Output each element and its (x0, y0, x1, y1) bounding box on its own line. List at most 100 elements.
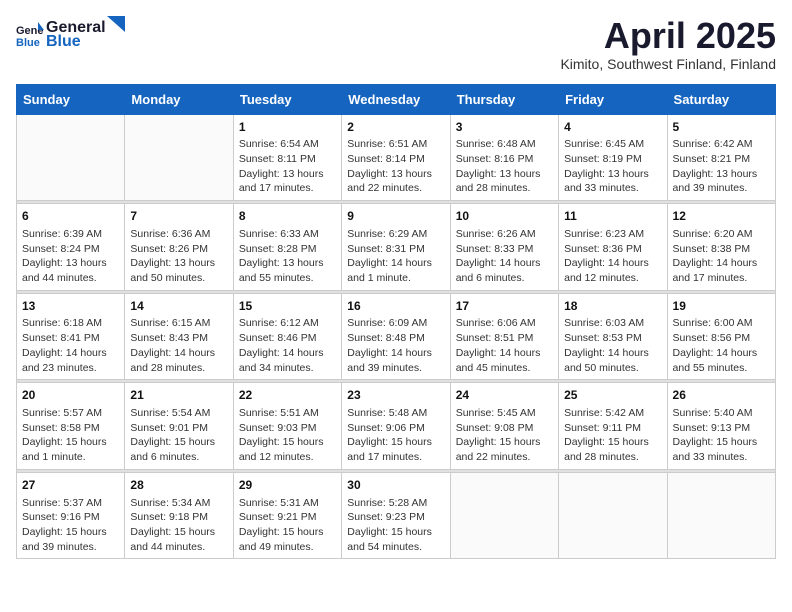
sunset-text: Sunset: 9:03 PM (239, 422, 317, 434)
sunrise-text: Sunrise: 6:29 AM (347, 228, 427, 240)
daylight-text: Daylight: 14 hours and 17 minutes. (673, 257, 758, 284)
calendar-cell: 7Sunrise: 6:36 AMSunset: 8:26 PMDaylight… (125, 204, 233, 291)
logo: General Blue General Blue (16, 16, 126, 51)
calendar-cell (450, 472, 558, 559)
day-number: 2 (347, 119, 444, 136)
daylight-text: Daylight: 14 hours and 23 minutes. (22, 347, 107, 374)
daylight-text: Daylight: 13 hours and 17 minutes. (239, 168, 324, 195)
svg-text:Blue: Blue (16, 37, 40, 48)
sunrise-text: Sunrise: 6:00 AM (673, 317, 753, 329)
daylight-text: Daylight: 13 hours and 55 minutes. (239, 257, 324, 284)
month-title: April 2025 (560, 16, 776, 56)
calendar-cell (125, 114, 233, 201)
sunset-text: Sunset: 9:08 PM (456, 422, 534, 434)
sunrise-text: Sunrise: 5:37 AM (22, 497, 102, 509)
sunrise-text: Sunrise: 5:45 AM (456, 407, 536, 419)
sunset-text: Sunset: 8:58 PM (22, 422, 100, 434)
day-number: 17 (456, 298, 553, 315)
sunrise-text: Sunrise: 6:54 AM (239, 138, 319, 150)
daylight-text: Daylight: 13 hours and 33 minutes. (564, 168, 649, 195)
sunrise-text: Sunrise: 5:40 AM (673, 407, 753, 419)
calendar-table: SundayMondayTuesdayWednesdayThursdayFrid… (16, 84, 776, 560)
day-number: 8 (239, 208, 336, 225)
day-number: 18 (564, 298, 661, 315)
sunset-text: Sunset: 9:01 PM (130, 422, 208, 434)
day-number: 13 (22, 298, 119, 315)
day-number: 19 (673, 298, 770, 315)
day-number: 14 (130, 298, 227, 315)
calendar-cell: 26Sunrise: 5:40 AMSunset: 9:13 PMDayligh… (667, 383, 775, 470)
sunrise-text: Sunrise: 6:39 AM (22, 228, 102, 240)
calendar-week-row-4: 20Sunrise: 5:57 AMSunset: 8:58 PMDayligh… (17, 383, 776, 470)
day-number: 4 (564, 119, 661, 136)
calendar-cell: 13Sunrise: 6:18 AMSunset: 8:41 PMDayligh… (17, 293, 125, 380)
sunset-text: Sunset: 9:13 PM (673, 422, 751, 434)
sunrise-text: Sunrise: 5:51 AM (239, 407, 319, 419)
day-number: 22 (239, 387, 336, 404)
sunrise-text: Sunrise: 5:31 AM (239, 497, 319, 509)
calendar-cell: 10Sunrise: 6:26 AMSunset: 8:33 PMDayligh… (450, 204, 558, 291)
weekday-header-sunday: Sunday (17, 84, 125, 114)
day-number: 28 (130, 477, 227, 494)
location-subtitle: Kimito, Southwest Finland, Finland (560, 56, 776, 72)
daylight-text: Daylight: 14 hours and 50 minutes. (564, 347, 649, 374)
sunset-text: Sunset: 8:14 PM (347, 153, 425, 165)
sunset-text: Sunset: 8:21 PM (673, 153, 751, 165)
calendar-cell (17, 114, 125, 201)
sunrise-text: Sunrise: 6:42 AM (673, 138, 753, 150)
daylight-text: Daylight: 15 hours and 17 minutes. (347, 436, 432, 463)
daylight-text: Daylight: 13 hours and 50 minutes. (130, 257, 215, 284)
day-number: 7 (130, 208, 227, 225)
calendar-cell: 22Sunrise: 5:51 AMSunset: 9:03 PMDayligh… (233, 383, 341, 470)
sunset-text: Sunset: 8:24 PM (22, 243, 100, 255)
calendar-cell: 6Sunrise: 6:39 AMSunset: 8:24 PMDaylight… (17, 204, 125, 291)
page-header: General Blue General Blue April 2025 Kim… (16, 16, 776, 72)
calendar-cell (667, 472, 775, 559)
sunset-text: Sunset: 8:43 PM (130, 332, 208, 344)
sunrise-text: Sunrise: 6:09 AM (347, 317, 427, 329)
sunrise-text: Sunrise: 6:12 AM (239, 317, 319, 329)
daylight-text: Daylight: 15 hours and 22 minutes. (456, 436, 541, 463)
calendar-cell: 30Sunrise: 5:28 AMSunset: 9:23 PMDayligh… (342, 472, 450, 559)
sunrise-text: Sunrise: 6:48 AM (456, 138, 536, 150)
calendar-week-row-3: 13Sunrise: 6:18 AMSunset: 8:41 PMDayligh… (17, 293, 776, 380)
daylight-text: Daylight: 14 hours and 6 minutes. (456, 257, 541, 284)
daylight-text: Daylight: 14 hours and 45 minutes. (456, 347, 541, 374)
day-number: 24 (456, 387, 553, 404)
logo-triangle (107, 16, 125, 32)
sunrise-text: Sunrise: 6:20 AM (673, 228, 753, 240)
daylight-text: Daylight: 14 hours and 12 minutes. (564, 257, 649, 284)
weekday-header-monday: Monday (125, 84, 233, 114)
day-number: 27 (22, 477, 119, 494)
sunset-text: Sunset: 9:21 PM (239, 511, 317, 523)
sunset-text: Sunset: 9:06 PM (347, 422, 425, 434)
sunrise-text: Sunrise: 6:03 AM (564, 317, 644, 329)
sunset-text: Sunset: 8:26 PM (130, 243, 208, 255)
daylight-text: Daylight: 15 hours and 44 minutes. (130, 526, 215, 553)
daylight-text: Daylight: 15 hours and 28 minutes. (564, 436, 649, 463)
sunset-text: Sunset: 8:28 PM (239, 243, 317, 255)
day-number: 5 (673, 119, 770, 136)
day-number: 20 (22, 387, 119, 404)
sunset-text: Sunset: 8:19 PM (564, 153, 642, 165)
day-number: 9 (347, 208, 444, 225)
daylight-text: Daylight: 15 hours and 49 minutes. (239, 526, 324, 553)
calendar-week-row-2: 6Sunrise: 6:39 AMSunset: 8:24 PMDaylight… (17, 204, 776, 291)
day-number: 26 (673, 387, 770, 404)
calendar-cell: 5Sunrise: 6:42 AMSunset: 8:21 PMDaylight… (667, 114, 775, 201)
day-number: 30 (347, 477, 444, 494)
sunrise-text: Sunrise: 5:28 AM (347, 497, 427, 509)
weekday-header-saturday: Saturday (667, 84, 775, 114)
day-number: 15 (239, 298, 336, 315)
daylight-text: Daylight: 14 hours and 1 minute. (347, 257, 432, 284)
sunset-text: Sunset: 8:36 PM (564, 243, 642, 255)
sunrise-text: Sunrise: 5:42 AM (564, 407, 644, 419)
calendar-cell: 2Sunrise: 6:51 AMSunset: 8:14 PMDaylight… (342, 114, 450, 201)
day-number: 1 (239, 119, 336, 136)
sunrise-text: Sunrise: 5:48 AM (347, 407, 427, 419)
weekday-header-thursday: Thursday (450, 84, 558, 114)
sunset-text: Sunset: 8:31 PM (347, 243, 425, 255)
sunrise-text: Sunrise: 6:15 AM (130, 317, 210, 329)
sunset-text: Sunset: 9:11 PM (564, 422, 641, 434)
weekday-header-row: SundayMondayTuesdayWednesdayThursdayFrid… (17, 84, 776, 114)
